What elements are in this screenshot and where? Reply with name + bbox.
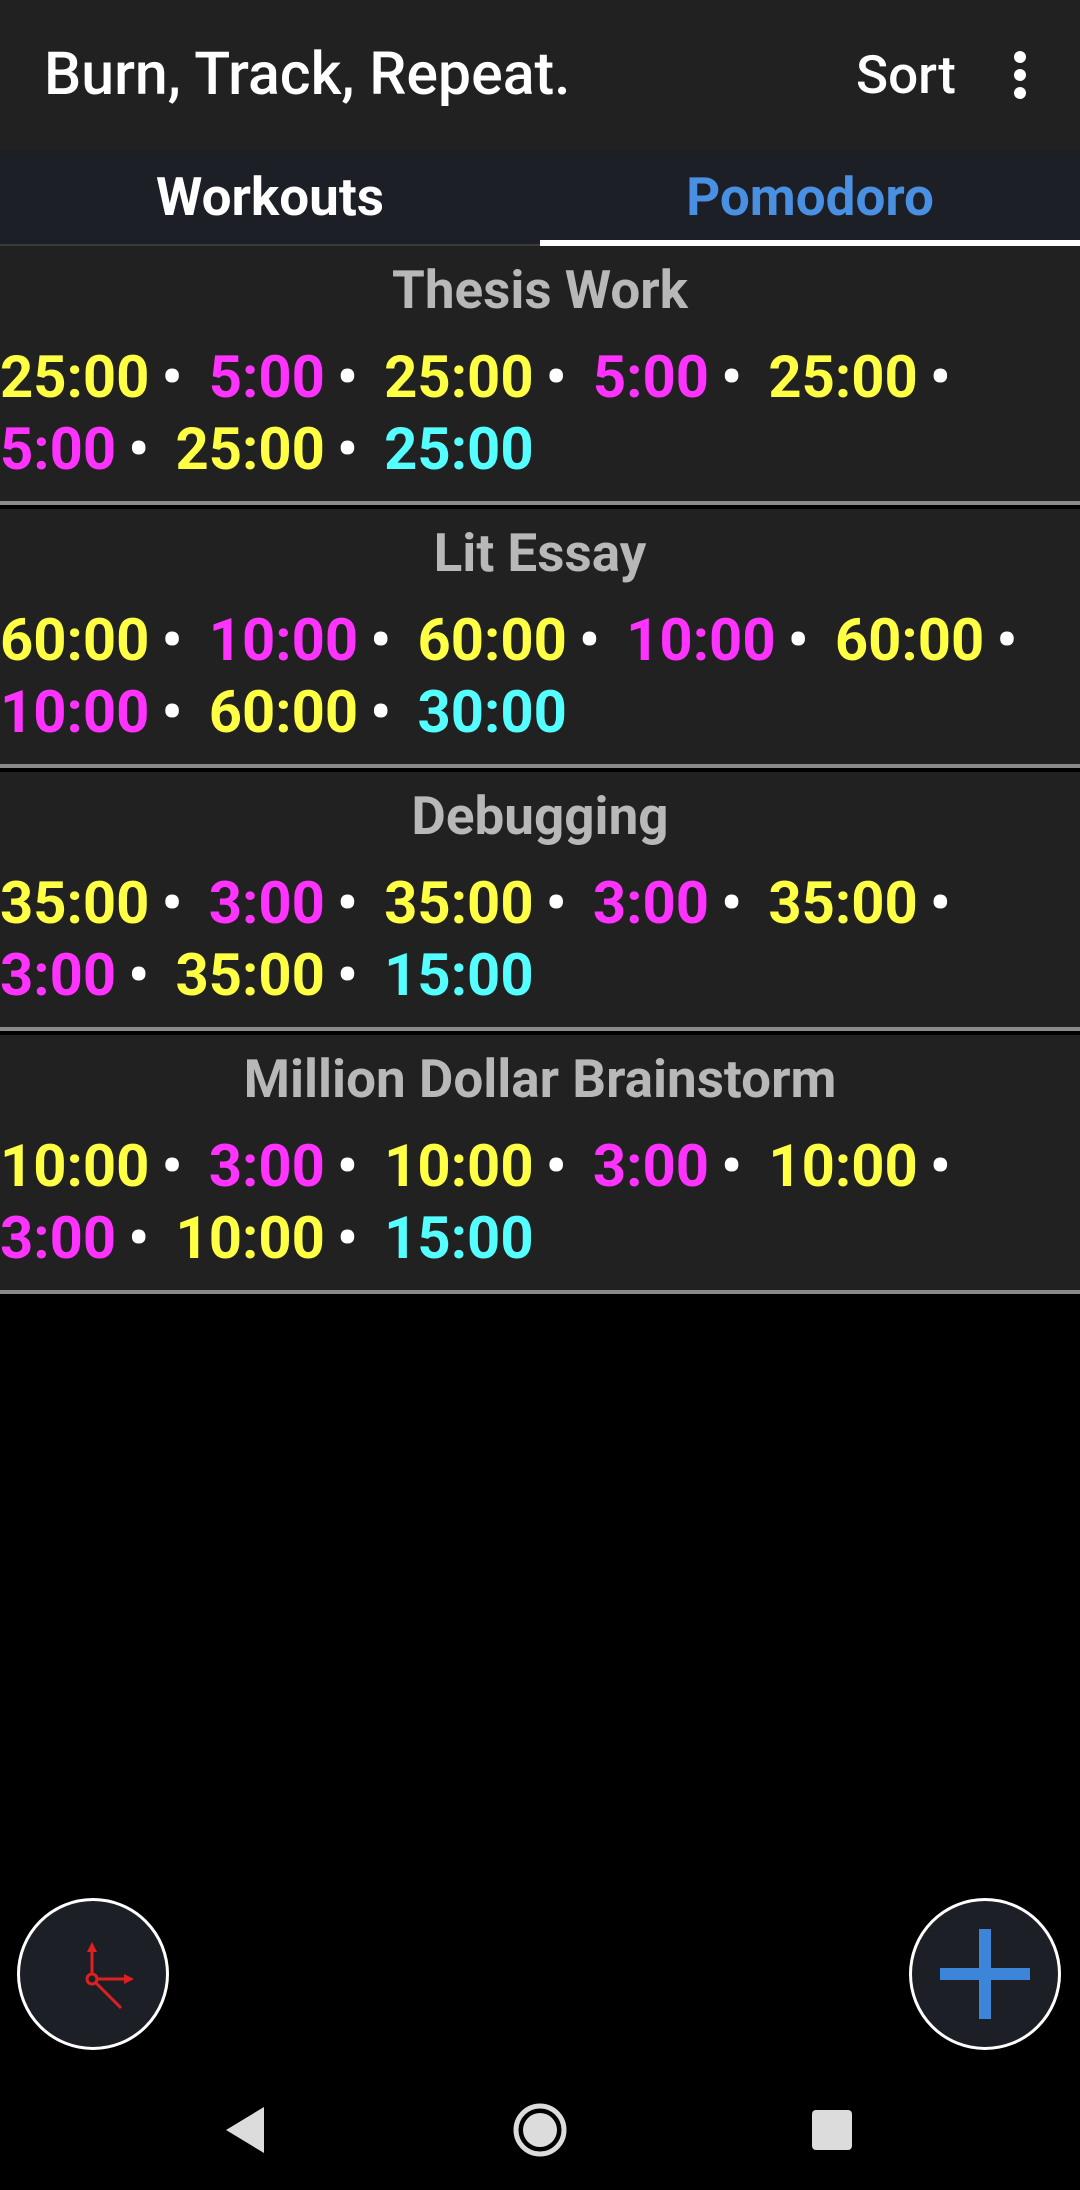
- interval-separator: •: [336, 1205, 358, 1273]
- interval-work: 10:00: [384, 1133, 534, 1201]
- interval-break: 10:00: [0, 679, 150, 747]
- recents-button[interactable]: [792, 2090, 872, 2170]
- interval-sequence: 25:00 • 5:00 • 25:00 • 5:00 • 25:00 • 5:00 • 2…: [0, 342, 1060, 486]
- interval-separator: •: [545, 870, 567, 938]
- interval-separator: •: [128, 942, 150, 1010]
- interval-break: 10:00: [626, 607, 776, 675]
- interval-separator: •: [929, 1133, 951, 1201]
- interval-separator: •: [161, 1133, 183, 1201]
- tab-workouts[interactable]: Workouts: [0, 150, 540, 244]
- interval-separator: •: [336, 1133, 358, 1201]
- interval-final: 25:00: [384, 416, 534, 484]
- interval-work: 10:00: [0, 1133, 150, 1201]
- interval-break: 5:00: [208, 344, 325, 412]
- tab-pomodoro[interactable]: Pomodoro: [540, 150, 1080, 244]
- sort-button[interactable]: Sort: [846, 36, 966, 114]
- interval-separator: •: [787, 607, 809, 675]
- interval-break: 3:00: [0, 1205, 117, 1273]
- interval-separator: •: [996, 607, 1018, 675]
- interval-separator: •: [721, 1133, 742, 1201]
- interval-separator: •: [721, 344, 742, 412]
- back-triangle-icon: [226, 2107, 264, 2153]
- interval-separator: •: [161, 344, 183, 412]
- interval-work: 60:00: [417, 607, 567, 675]
- interval-break: 3:00: [208, 1133, 325, 1201]
- add-icon: [940, 1929, 1030, 2019]
- session-title: Million Dollar Brainstorm: [243, 1048, 837, 1110]
- session-card-lit-essay[interactable]: Lit Essay 60:00 • 10:00 • 60:00 • 10:00 • 60…: [0, 509, 1080, 768]
- interval-final: 30:00: [417, 679, 567, 747]
- back-button[interactable]: [205, 2090, 285, 2170]
- session-card-thesis-work[interactable]: Thesis Work 25:00 • 5:00 • 25:00 • 5:00 • 25…: [0, 246, 1080, 505]
- tab-bar: Workouts Pomodoro: [0, 150, 1080, 246]
- interval-separator: •: [336, 870, 358, 938]
- session-card-million-dollar-brainstorm[interactable]: Million Dollar Brainstorm 10:00 • 3:00 • 1…: [0, 1035, 1080, 1294]
- interval-separator: •: [336, 942, 358, 1010]
- interval-work: 25:00: [175, 416, 325, 484]
- interval-work: 25:00: [0, 344, 150, 412]
- interval-break: 5:00: [592, 344, 710, 412]
- interval-break: 3:00: [592, 870, 710, 938]
- interval-work: 10:00: [175, 1205, 325, 1273]
- interval-work: 60:00: [834, 607, 985, 675]
- session-title: Debugging: [411, 785, 669, 847]
- clock-icon: [85, 1942, 134, 2010]
- interval-break: 3:00: [592, 1133, 710, 1201]
- add-session-button[interactable]: [909, 1898, 1061, 2050]
- interval-separator: •: [929, 870, 951, 938]
- interval-sequence: 60:00 • 10:00 • 60:00 • 10:00 • 60:00 • 10:00…: [0, 605, 1060, 749]
- session-list: Thesis Work 25:00 • 5:00 • 25:00 • 5:00 • 25…: [0, 246, 1080, 1298]
- interval-separator: •: [161, 607, 183, 675]
- interval-separator: •: [929, 344, 951, 412]
- interval-work: 25:00: [768, 344, 918, 412]
- recents-square-icon: [812, 2110, 852, 2150]
- interval-final: 15:00: [384, 942, 534, 1010]
- home-circle-icon: [513, 2103, 567, 2157]
- session-title: Lit Essay: [433, 522, 647, 584]
- interval-sequence: 10:00 • 3:00 • 10:00 • 3:00 • 10:00 • 3:00 • 1…: [0, 1131, 1060, 1275]
- system-nav-bar: [0, 2070, 1080, 2190]
- interval-work: 35:00: [384, 870, 534, 938]
- interval-separator: •: [161, 679, 183, 747]
- interval-sequence: 35:00 • 3:00 • 35:00 • 3:00 • 35:00 • 3:00 • 3…: [0, 868, 1060, 1012]
- more-vert-icon[interactable]: [990, 36, 1050, 114]
- session-title: Thesis Work: [391, 259, 688, 321]
- interval-separator: •: [545, 1133, 567, 1201]
- interval-work: 35:00: [0, 870, 150, 938]
- interval-work: 60:00: [0, 607, 150, 675]
- interval-separator: •: [336, 344, 358, 412]
- app-root: Burn, Track, Repeat. Sort Workouts Pomod…: [0, 0, 1080, 2190]
- interval-separator: •: [128, 416, 150, 484]
- session-card-debugging[interactable]: Debugging 35:00 • 3:00 • 35:00 • 3:00 • 35:0…: [0, 772, 1080, 1031]
- home-button[interactable]: [500, 2090, 580, 2170]
- interval-separator: •: [370, 607, 392, 675]
- interval-separator: •: [128, 1205, 150, 1273]
- interval-break: 3:00: [0, 942, 117, 1010]
- interval-final: 15:00: [384, 1205, 534, 1273]
- interval-break: 10:00: [208, 607, 359, 675]
- interval-work: 35:00: [768, 870, 918, 938]
- interval-separator: •: [161, 870, 183, 938]
- interval-separator: •: [721, 870, 742, 938]
- interval-work: 60:00: [208, 679, 359, 747]
- app-title: Burn, Track, Repeat.: [44, 40, 571, 109]
- interval-break: 3:00: [208, 870, 325, 938]
- interval-work: 10:00: [768, 1133, 918, 1201]
- interval-separator: •: [578, 607, 600, 675]
- app-bar: Burn, Track, Repeat. Sort: [0, 0, 1080, 150]
- interval-break: 5:00: [0, 416, 117, 484]
- interval-work: 35:00: [175, 942, 325, 1010]
- interval-work: 25:00: [384, 344, 534, 412]
- clock-button[interactable]: [17, 1898, 169, 2050]
- interval-separator: •: [370, 679, 392, 747]
- interval-separator: •: [545, 344, 567, 412]
- interval-separator: •: [336, 416, 358, 484]
